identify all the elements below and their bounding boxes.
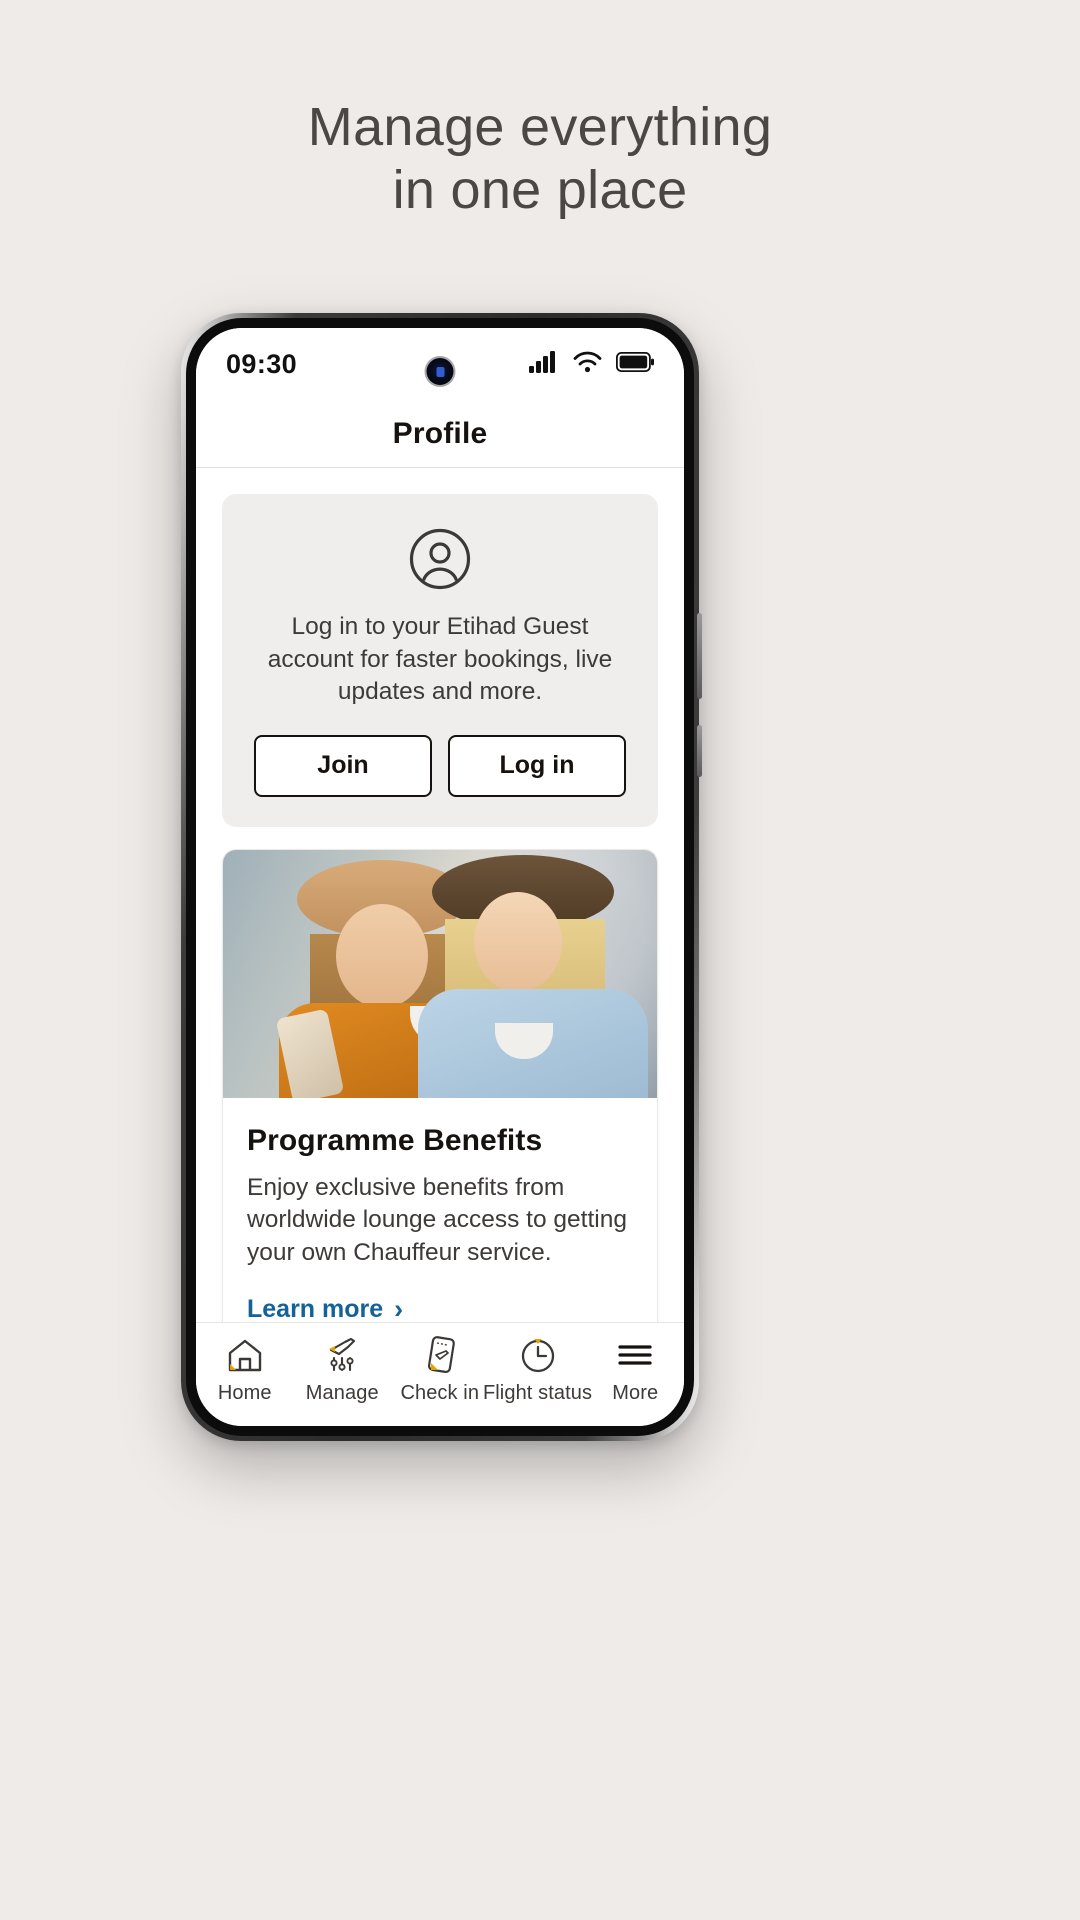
benefits-description: Enjoy exclusive benefits from worldwide …: [247, 1173, 627, 1266]
join-button[interactable]: Join: [254, 734, 432, 797]
promo-heading-line1: Manage everything: [307, 97, 773, 157]
login-prompt-card: Log in to your Etihad Guest account for …: [222, 494, 658, 827]
battery-icon: [615, 351, 654, 377]
benefits-title: Programme Benefits: [247, 1123, 543, 1157]
programme-benefits-card[interactable]: Programme Benefits Enjoy exclusive benef…: [222, 848, 658, 1322]
phone-screen: 09:30 Profile Log in to your Etihad Gues…: [196, 328, 684, 1426]
promo-heading-line2: in one place: [392, 160, 688, 221]
app-content: Log in to your Etihad Guest account for …: [196, 468, 684, 1322]
nav-label-checkin: Check in: [400, 1382, 480, 1404]
login-message: Log in to your Etihad Guest account for …: [267, 613, 613, 706]
phone-mockup: 09:30 Profile Log in to your Etihad Gues…: [181, 313, 702, 1441]
nav-item-flight-status[interactable]: Flight status: [483, 1334, 592, 1405]
login-actions: Join Log in: [246, 734, 634, 797]
power-button[interactable]: [697, 613, 702, 699]
benefits-hero-image: [223, 849, 657, 1098]
page-title: Profile: [392, 416, 488, 450]
boarding-pass-icon: [421, 1334, 459, 1376]
clock-icon: [519, 1334, 557, 1376]
status-bar: 09:30: [196, 328, 684, 400]
hero-face-right: [473, 891, 562, 992]
nav-item-checkin[interactable]: Check in: [391, 1334, 489, 1405]
nav-label-flight-status: Flight status: [482, 1382, 593, 1404]
nav-label-home: Home: [217, 1382, 272, 1404]
learn-more-label: Learn more: [247, 1295, 384, 1322]
promo-heading: Manage everything in one place: [0, 96, 1080, 222]
home-icon: [226, 1334, 264, 1376]
learn-more-link[interactable]: Learn more ›: [247, 1295, 403, 1322]
nav-item-more[interactable]: More: [587, 1334, 685, 1405]
user-avatar-icon: [246, 528, 634, 595]
nav-item-home[interactable]: Home: [196, 1334, 294, 1405]
wifi-icon: [573, 351, 602, 378]
status-icons: [529, 350, 654, 378]
nav-item-manage[interactable]: Manage: [294, 1334, 392, 1405]
chevron-right-icon: ›: [394, 1294, 404, 1322]
bottom-navigation: Home Manage Check in Flight status More: [196, 1322, 684, 1426]
hero-face-left: [335, 904, 428, 1009]
nav-label-manage: Manage: [305, 1382, 379, 1404]
benefits-card-body: Programme Benefits Enjoy exclusive benef…: [223, 1098, 657, 1322]
status-time: 09:30: [226, 348, 298, 379]
app-header: Profile: [196, 400, 684, 468]
plane-sliders-icon: [321, 1334, 363, 1376]
login-button[interactable]: Log in: [448, 734, 626, 797]
hamburger-menu-icon: [616, 1334, 654, 1376]
front-camera-punch-hole: [426, 358, 454, 385]
signal-icon: [529, 350, 559, 378]
volume-button[interactable]: [697, 725, 702, 777]
nav-label-more: More: [612, 1382, 659, 1404]
